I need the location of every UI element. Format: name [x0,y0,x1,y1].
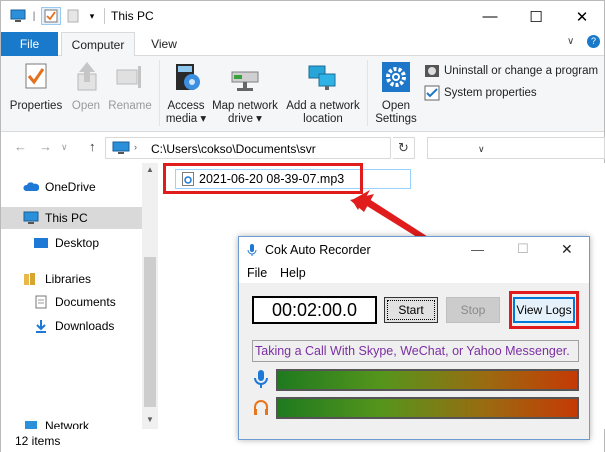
speaker-level-meter [276,397,579,419]
stop-button[interactable]: Stop [446,297,500,323]
highlight-box-view-logs [509,291,579,329]
status-field: Taking a Call With Skype, WeChat, or Yah… [252,340,579,362]
recorder-window: Cok Auto Recorder — ☐ ✕ File Help 00:02:… [238,236,590,440]
recorder-title-bar: Cok Auto Recorder — ☐ ✕ [239,237,589,263]
menu-help[interactable]: Help [280,266,306,280]
start-button[interactable]: Start [384,297,438,323]
microphone-icon [254,370,268,388]
menu-file[interactable]: File [247,266,267,280]
timer-display: 00:02:00.0 [252,296,377,324]
microphone-level-meter [276,369,579,391]
recorder-title: Cok Auto Recorder [265,243,371,257]
recorder-body: 00:02:00.0 Start Stop View Logs Taking a… [239,283,589,439]
recorder-close-button[interactable]: ✕ [561,241,573,258]
headphones-icon [254,400,268,415]
microphone-app-icon [247,244,257,256]
recorder-menu-bar: File Help [239,263,589,283]
recorder-maximize-button[interactable]: ☐ [517,241,529,257]
recorder-minimize-button[interactable]: — [471,242,484,257]
